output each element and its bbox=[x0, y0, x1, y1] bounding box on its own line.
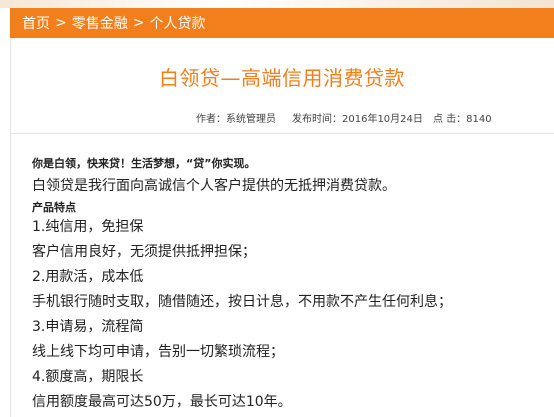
article-publish-date: 发布时间：2016年10月24日 bbox=[292, 114, 423, 125]
article-tagline: 你是白领，快来贷！生活梦想，“贷”你实现。 bbox=[32, 157, 256, 170]
feature-description: 线上线下均可申请，告别一切繁琐流程； bbox=[32, 344, 284, 360]
section-heading: 产品特点 bbox=[32, 201, 76, 214]
breadcrumb-home-link[interactable]: 首页 bbox=[10, 13, 50, 33]
feature-heading: 3.申请易，流程简 bbox=[32, 319, 144, 335]
article-meta: 作者：系统管理员 发布时间：2016年10月24日 点 击：8140 bbox=[10, 110, 554, 126]
article-author: 作者：系统管理员 bbox=[196, 114, 276, 125]
breadcrumb: 首页 > 零售金融 > 个人贷款 bbox=[10, 8, 554, 38]
feature-heading: 2.用款活，成本低 bbox=[32, 269, 144, 285]
feature-description: 手机银行随时支取，随借随还，按日计息，不用款不产生任何利息； bbox=[32, 294, 452, 310]
top-banner-strip bbox=[0, 0, 554, 8]
feature-description: 客户信用良好，无须提供抵押担保； bbox=[32, 244, 256, 260]
article-click-count: 点 击：8140 bbox=[433, 114, 492, 125]
divider bbox=[10, 133, 554, 134]
article-intro: 白领贷是我行面向高诚信个人客户提供的无抵押消费贷款。 bbox=[32, 178, 396, 194]
feature-description: 信用额度最高可达50万，最长可达10年。 bbox=[32, 394, 292, 410]
article-title: 白领贷—高端信用消费贷款 bbox=[159, 66, 405, 90]
breadcrumb-personal-loans-link[interactable]: 个人贷款 bbox=[149, 13, 205, 33]
breadcrumb-retail-finance-link[interactable]: 零售金融 bbox=[72, 13, 128, 33]
feature-heading: 1.纯信用，免担保 bbox=[32, 219, 144, 235]
feature-heading: 4.额度高，期限长 bbox=[32, 369, 144, 385]
content-left-border bbox=[10, 38, 11, 417]
breadcrumb-separator: > bbox=[55, 15, 67, 31]
breadcrumb-separator: > bbox=[132, 15, 145, 31]
